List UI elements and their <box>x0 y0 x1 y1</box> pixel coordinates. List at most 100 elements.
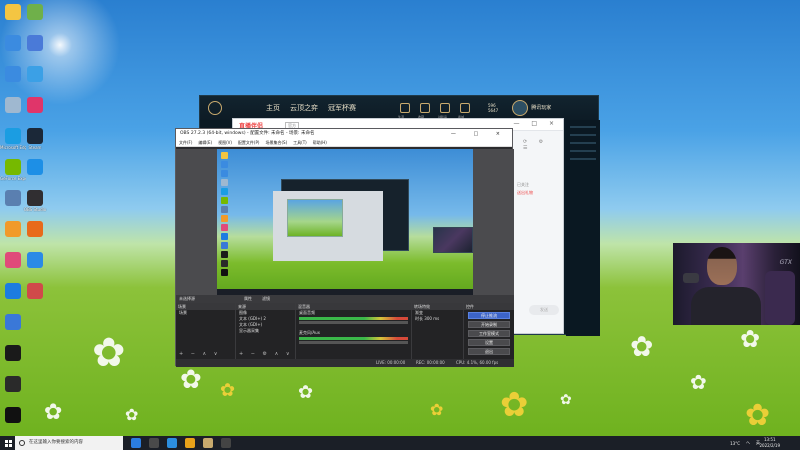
scenes-dock-title: 场景 <box>176 303 235 310</box>
collection-icon[interactable]: 收藏 <box>418 103 430 119</box>
taskbar-app-icon[interactable] <box>203 438 213 448</box>
search-input[interactable]: 在这里输入你要搜索的内容 <box>15 436 123 450</box>
transition-duration[interactable]: 时长 300 ms <box>412 316 463 322</box>
desktop-shortcut[interactable] <box>22 35 48 63</box>
app-icon <box>5 159 21 175</box>
nav-champions-cup[interactable]: 冠军杯赛 <box>328 103 356 113</box>
flower-decoration: ✿ <box>430 400 444 419</box>
flower-decoration: ✿ <box>630 330 654 363</box>
desktop-shortcut[interactable] <box>22 159 48 187</box>
sources-dock-toolbar[interactable]: + − ⚙ ∧ ∨ <box>239 351 293 357</box>
mixer-dock-title: 混音器 <box>296 303 411 310</box>
obs-menu-item[interactable]: 配置文件(P) <box>238 140 260 145</box>
desktop-shortcut[interactable] <box>22 66 48 94</box>
send-gift-link[interactable]: 送出礼物 <box>517 190 563 196</box>
app-icon <box>5 407 21 423</box>
preview-icon <box>221 269 228 276</box>
app-icon <box>5 66 21 82</box>
be-count: 5647 <box>488 108 499 113</box>
flower-decoration: ✿ <box>220 380 236 401</box>
app-icon <box>5 35 21 51</box>
preview-nested-preview <box>287 199 343 237</box>
nav-tft[interactable]: 云顶之弈 <box>290 103 318 113</box>
settings-button[interactable]: 设置 <box>468 339 510 346</box>
obs-menu-item[interactable]: 视图(V) <box>218 140 232 145</box>
obs-menu-item[interactable]: 文件(F) <box>179 140 192 145</box>
desktop-shortcut[interactable] <box>0 345 26 373</box>
app-icon <box>5 314 21 330</box>
desktop-shortcut[interactable]: OBS Studio <box>22 190 48 218</box>
filters-button[interactable]: 滤镜 <box>262 295 270 303</box>
taskbar-app-icon[interactable] <box>185 438 195 448</box>
player-name: 腾讯玩家 <box>531 105 552 111</box>
mixer-channel-label: 桌面音频 <box>299 310 315 315</box>
scene-item[interactable]: 场景 <box>176 310 235 316</box>
app-icon <box>5 97 21 113</box>
no-source-selected-label: 未选择源 <box>179 296 195 301</box>
duration-label: 时长 <box>415 316 423 321</box>
stop-streaming-button[interactable]: 停止推流 <box>468 312 510 319</box>
app-icon <box>5 4 21 20</box>
app-icon <box>27 128 43 144</box>
flower-decoration: ✿ <box>500 385 529 425</box>
weather-temp[interactable]: 13°C <box>730 441 740 446</box>
game-logo-icon[interactable] <box>208 101 222 115</box>
volume-slider[interactable] <box>299 321 408 324</box>
scenes-dock-toolbar[interactable]: + − ∧ ∨ <box>179 351 220 357</box>
obs-window-controls[interactable]: — □ × <box>451 129 508 139</box>
obs-window[interactable]: OBS 27.2.3 (64-bit, windows) - 配置文件: 未命名… <box>175 128 514 367</box>
app-icon <box>27 97 43 113</box>
preview-icon <box>221 242 228 249</box>
app-icon <box>5 283 21 299</box>
desktop-shortcut[interactable] <box>22 4 48 32</box>
flower-decoration: ✿ <box>125 405 139 424</box>
shortcut-label: OBS Studio <box>23 207 47 212</box>
obs-menu-item[interactable]: 帮助(H) <box>313 140 327 145</box>
desktop-shortcut[interactable] <box>22 283 48 311</box>
streamer-body <box>691 287 761 325</box>
loot-icon[interactable]: 战利品 <box>438 103 450 119</box>
desktop-shortcut[interactable]: Steam <box>22 128 48 156</box>
desktop-shortcut[interactable] <box>22 221 48 249</box>
transitions-dock: 转场特效 渐变 时长 300 ms <box>412 303 464 359</box>
obs-preview[interactable] <box>217 149 473 295</box>
friends-list-panel <box>566 120 600 336</box>
avatar[interactable] <box>512 100 529 116</box>
desktop-shortcut[interactable] <box>0 314 26 342</box>
send-button[interactable]: 发送 <box>529 305 559 315</box>
nav-home[interactable]: 主页 <box>266 103 280 113</box>
app-icon <box>27 190 43 206</box>
exit-button[interactable]: 退出 <box>468 348 510 355</box>
properties-button[interactable]: 属性 <box>244 295 252 303</box>
source-item[interactable]: 显示器采集 <box>236 328 295 334</box>
obs-menu-item[interactable]: 工具(T) <box>293 140 307 145</box>
desktop-shortcut[interactable] <box>0 407 26 435</box>
taskbar-app-icon[interactable] <box>149 438 159 448</box>
preview-icon <box>221 152 228 159</box>
profile-icon[interactable]: 生涯 <box>398 103 410 119</box>
companion-toolbar-icons[interactable]: ⟳ ⚙ ☰ <box>523 139 563 151</box>
flower-decoration: ✿ <box>740 325 761 353</box>
store-icon[interactable]: 商城 <box>458 103 470 119</box>
tray-expand-icon[interactable]: ヘ <box>746 440 750 446</box>
desktop-shortcut[interactable] <box>22 97 48 125</box>
obs-menu-item[interactable]: 场景集合(S) <box>265 140 287 145</box>
taskbar-app-icon[interactable] <box>167 438 177 448</box>
start-button[interactable] <box>2 436 14 450</box>
taskbar-app-icon[interactable] <box>221 438 231 448</box>
obs-menu-item[interactable]: 编辑(E) <box>198 140 212 145</box>
taskbar-app-icon[interactable] <box>131 438 141 448</box>
companion-side-panel: 已关注 送出礼物 <box>511 179 563 379</box>
window-controls[interactable]: — □ × <box>513 120 559 127</box>
volume-slider[interactable] <box>299 341 408 344</box>
microphone <box>683 273 699 283</box>
desktop-shortcut[interactable] <box>0 376 26 404</box>
studio-mode-button[interactable]: 工作室模式 <box>468 330 510 337</box>
desktop-shortcut[interactable] <box>22 252 48 280</box>
clock-date: 2022/2/19 <box>759 443 780 448</box>
controls-dock-title: 控件 <box>464 303 514 310</box>
start-recording-button[interactable]: 开始录制 <box>468 321 510 328</box>
cpu-fps: CPU: 4.1%, 60.00 fps <box>456 360 499 365</box>
clock[interactable]: 13:51 2022/2/19 <box>759 437 780 449</box>
followed-label: 已关注 <box>517 182 529 187</box>
